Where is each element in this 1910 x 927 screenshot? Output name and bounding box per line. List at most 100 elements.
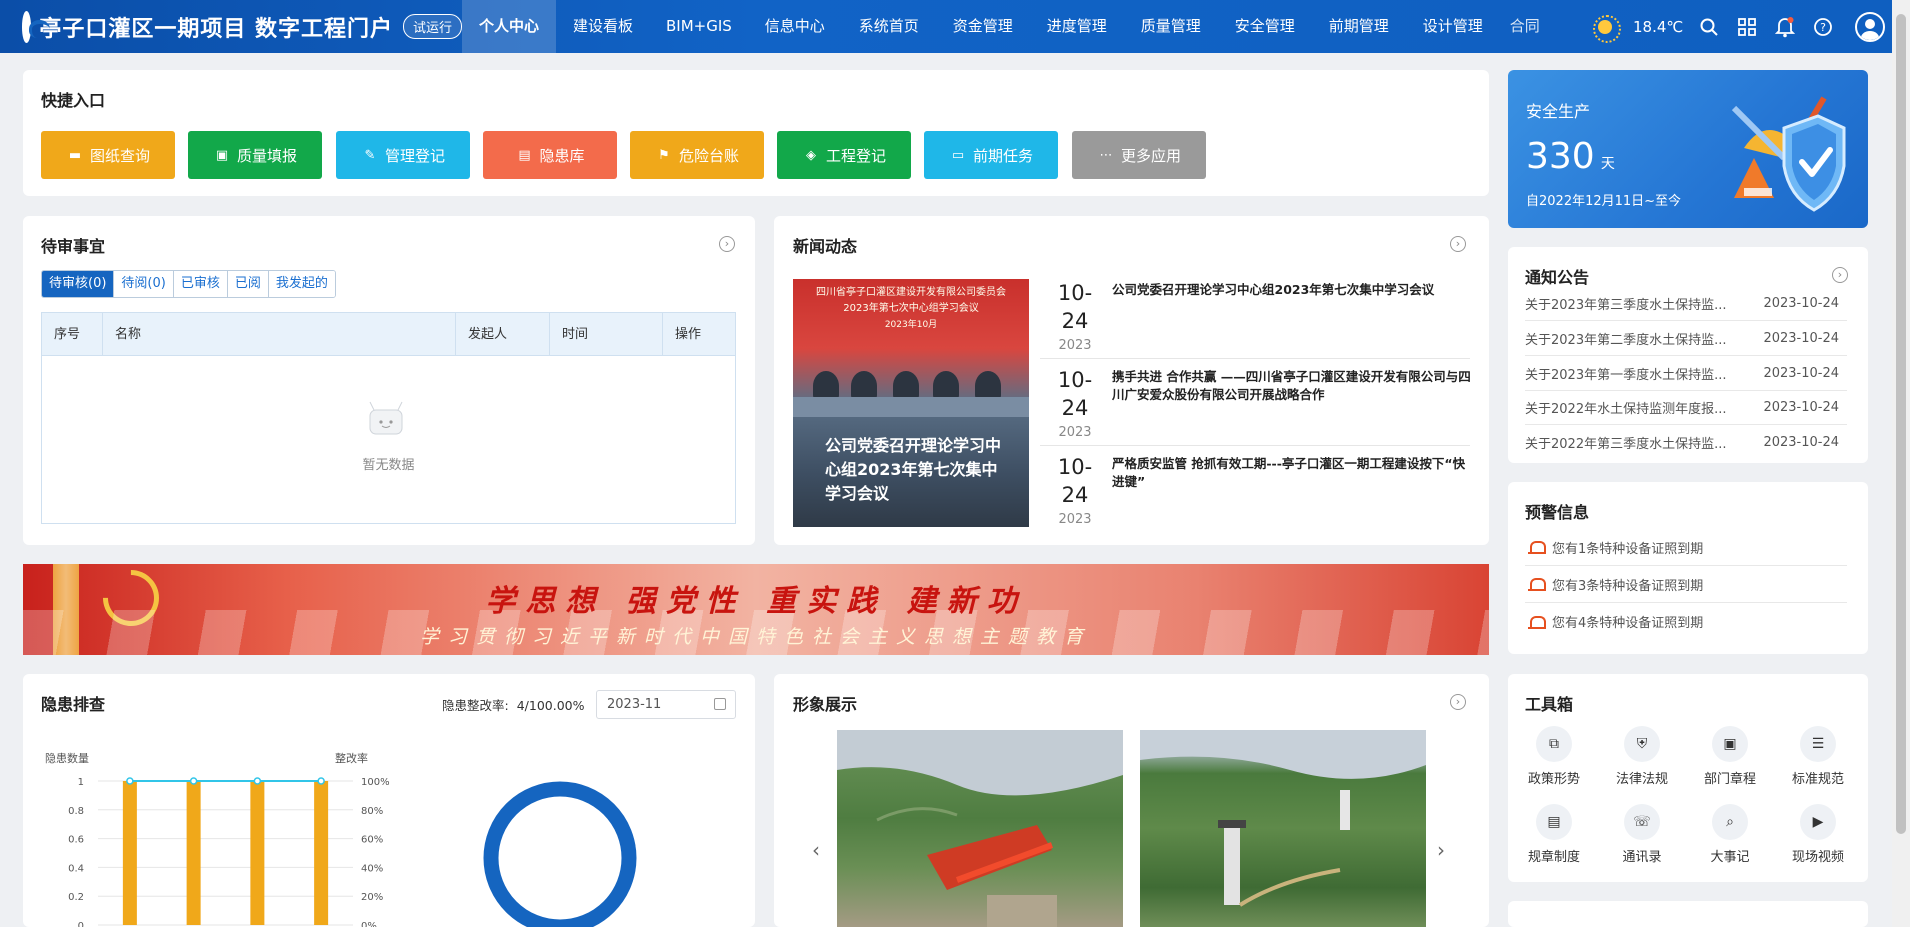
notice-item[interactable]: 关于2022年水土保持监测年度报... 2023-10-24 bbox=[1525, 390, 1847, 425]
news-item[interactable]: 10-24 2023 携手共进 合作共赢 ——四川省亭子口灌区建设开发有限公司与… bbox=[1040, 366, 1472, 446]
tool-item[interactable]: ☏ 通讯录 bbox=[1602, 804, 1682, 865]
nav-system-home[interactable]: 系统首页 bbox=[842, 0, 936, 53]
nav-info-center[interactable]: 信息中心 bbox=[748, 0, 842, 53]
more-dots-icon: ⋯ bbox=[1099, 147, 1113, 163]
warning-item[interactable]: 您有4条特种设备证照到期 bbox=[1525, 603, 1847, 640]
month-picker[interactable]: 2023-11 bbox=[596, 690, 736, 719]
hazard-rate: 隐患整改率: 4/100.00% bbox=[442, 695, 584, 714]
quick-button[interactable]: ⚑ 危险台账 bbox=[630, 131, 764, 179]
gallery-prev-arrow[interactable]: ‹ bbox=[812, 838, 820, 862]
col-time: 时间 bbox=[550, 313, 663, 355]
nav-preliminary-management[interactable]: 前期管理 bbox=[1312, 0, 1406, 53]
pending-more-icon[interactable]: › bbox=[719, 236, 735, 252]
tool-item[interactable]: ▤ 规章制度 bbox=[1514, 804, 1594, 865]
news-date-year: 2023 bbox=[1058, 338, 1092, 353]
tab-to-read[interactable]: 待阅(0) bbox=[114, 271, 174, 297]
gallery-image[interactable] bbox=[1140, 730, 1426, 927]
tab-read[interactable]: 已阅 bbox=[227, 271, 269, 297]
grid-icon[interactable] bbox=[1735, 15, 1759, 39]
notice-date: 2023-10-24 bbox=[1763, 365, 1839, 381]
page-scrollbar[interactable] bbox=[1892, 0, 1910, 927]
header-tools: 18.4℃ ? bbox=[1591, 11, 1886, 43]
quick-button[interactable]: ⋯ 更多应用 bbox=[1072, 131, 1206, 179]
nav-safety-management[interactable]: 安全管理 bbox=[1218, 0, 1312, 53]
nav-contract[interactable]: 合同 bbox=[1500, 0, 1550, 53]
notice-item[interactable]: 关于2023年第一季度水土保持监... 2023-10-24 bbox=[1525, 356, 1847, 391]
news-banner-line-3: 2023年10月 bbox=[884, 320, 938, 330]
notice-date: 2023-10-24 bbox=[1763, 399, 1839, 415]
trial-badge: 试运行 bbox=[402, 14, 462, 39]
news-headline[interactable]: 严格质安监管 抢抓有效工期---亭子口灌区一期工程建设按下“快进键” bbox=[1112, 455, 1472, 491]
tab-reviewed[interactable]: 已审核 bbox=[173, 271, 228, 297]
rate-point bbox=[189, 777, 198, 785]
notice-text[interactable]: 关于2023年第三季度水土保持监... bbox=[1525, 294, 1726, 313]
gallery-image[interactable] bbox=[837, 730, 1123, 927]
quick-button[interactable]: ▭ 前期任务 bbox=[924, 131, 1058, 179]
tool-item[interactable]: ▶ 现场视频 bbox=[1778, 804, 1858, 865]
col-index: 序号 bbox=[42, 313, 103, 355]
help-icon[interactable]: ? bbox=[1811, 15, 1835, 39]
pending-tabs: 待审核(0) 待阅(0) 已审核 已阅 我发起的 bbox=[41, 270, 336, 298]
nav-progress-management[interactable]: 进度管理 bbox=[1030, 0, 1124, 53]
news-headline[interactable]: 公司党委召开理论学习中心组2023年第七次集中学习会议 bbox=[1112, 281, 1472, 299]
notice-text[interactable]: 关于2023年第一季度水土保持监... bbox=[1525, 364, 1726, 383]
avatar-icon[interactable] bbox=[1855, 11, 1886, 42]
tool-item[interactable]: ☰ 标准规范 bbox=[1778, 726, 1858, 787]
notice-item[interactable]: 关于2023年第二季度水土保持监... 2023-10-24 bbox=[1525, 321, 1847, 356]
notice-text[interactable]: 关于2022年水土保持监测年度报... bbox=[1525, 398, 1726, 417]
logo-area[interactable]: 亭子口灌区一期项目 数字工程门户 试运行 bbox=[22, 10, 462, 43]
notice-text[interactable]: 关于2022年第三季度水土保持监... bbox=[1525, 433, 1726, 452]
temperature: 18.4℃ bbox=[1633, 17, 1684, 36]
flag-doc-icon: ⚑ bbox=[658, 147, 670, 163]
nav-bim-gis[interactable]: BIM+GIS bbox=[650, 0, 748, 53]
nav-design-management[interactable]: 设计管理 bbox=[1406, 0, 1500, 53]
nav-fund-management[interactable]: 资金管理 bbox=[936, 0, 1030, 53]
nav-personal-center[interactable]: 个人中心 bbox=[462, 0, 556, 53]
hazard-title: 隐患排查 bbox=[41, 695, 106, 714]
scroll-thumb[interactable] bbox=[1896, 14, 1906, 834]
party-education-banner[interactable]: 学思想 强党性 重实践 建新功 学习贯彻习近平新时代中国特色社会主义思想主题教育 bbox=[23, 564, 1489, 655]
tool-item[interactable]: ⧉ 政策形势 bbox=[1514, 726, 1594, 787]
news-item[interactable]: 10-24 2023 公司党委召开理论学习中心组2023年第七次集中学习会议 bbox=[1040, 279, 1470, 359]
tab-to-review[interactable]: 待审核(0) bbox=[42, 271, 115, 297]
nav-quality-management[interactable]: 质量管理 bbox=[1124, 0, 1218, 53]
quick-button-label: 工程登记 bbox=[825, 146, 886, 165]
tool-item[interactable]: ▣ 部门章程 bbox=[1690, 726, 1770, 787]
warning-text[interactable]: 您有3条特种设备证照到期 bbox=[1552, 575, 1703, 594]
bell-icon[interactable] bbox=[1773, 15, 1797, 39]
notice-text[interactable]: 关于2023年第二季度水土保持监... bbox=[1525, 329, 1726, 348]
news-date: 10-24 2023 bbox=[1045, 453, 1105, 527]
warning-text[interactable]: 您有1条特种设备证照到期 bbox=[1552, 538, 1703, 557]
quick-button-label: 前期任务 bbox=[972, 146, 1033, 165]
rate-point bbox=[126, 777, 134, 785]
quick-button[interactable]: ▣ 质量填报 bbox=[188, 131, 322, 179]
gallery-more-icon[interactable]: › bbox=[1450, 694, 1466, 710]
tool-item[interactable]: ⌕ 大事记 bbox=[1690, 804, 1770, 865]
bar bbox=[122, 781, 137, 925]
month-value: 2023-11 bbox=[607, 697, 662, 712]
tool-label: 部门章程 bbox=[1703, 772, 1756, 787]
quick-button[interactable]: ✎ 管理登记 bbox=[336, 131, 470, 179]
notice-item[interactable]: 关于2023年第三季度水土保持监... 2023-10-24 bbox=[1525, 286, 1847, 321]
rate-point bbox=[317, 777, 325, 785]
y2-tick-label: 40% bbox=[361, 863, 383, 874]
quick-button[interactable]: ◈ 工程登记 bbox=[777, 131, 911, 179]
tab-initiated[interactable]: 我发起的 bbox=[268, 271, 335, 297]
gallery-next-arrow[interactable]: › bbox=[1437, 838, 1445, 862]
notice-more-icon[interactable]: › bbox=[1832, 267, 1848, 283]
quick-button[interactable]: ▬ 图纸查询 bbox=[41, 131, 175, 179]
news-headline[interactable]: 携手共进 合作共赢 ——四川省亭子口灌区建设开发有限公司与四川广安爱众股份有限公… bbox=[1112, 368, 1472, 404]
warning-item[interactable]: 您有3条特种设备证照到期 bbox=[1525, 566, 1847, 603]
nav-construction-board[interactable]: 建设看板 bbox=[556, 0, 650, 53]
news-date-md: 10-24 bbox=[1057, 455, 1093, 507]
tool-item[interactable]: ⛨ 法律法规 bbox=[1602, 726, 1682, 787]
notice-item[interactable]: 关于2022年第三季度水土保持监... 2023-10-24 bbox=[1525, 425, 1847, 460]
news-more-icon[interactable]: › bbox=[1450, 236, 1466, 252]
news-item[interactable]: 10-24 2023 严格质安监管 抢抓有效工期---亭子口灌区一期工程建设按下… bbox=[1040, 453, 1470, 533]
warning-item[interactable]: 您有1条特种设备证照到期 bbox=[1525, 529, 1847, 566]
quick-button[interactable]: ▤ 隐患库 bbox=[483, 131, 617, 179]
y2-tick-label: 0% bbox=[361, 921, 377, 927]
warning-text[interactable]: 您有4条特种设备证照到期 bbox=[1552, 612, 1703, 631]
search-icon[interactable] bbox=[1697, 15, 1721, 39]
news-featured-image[interactable]: 四川省亭子口灌区建设开发有限公司委员会 2023年第七次中心组学习会议 2023… bbox=[793, 279, 1029, 527]
